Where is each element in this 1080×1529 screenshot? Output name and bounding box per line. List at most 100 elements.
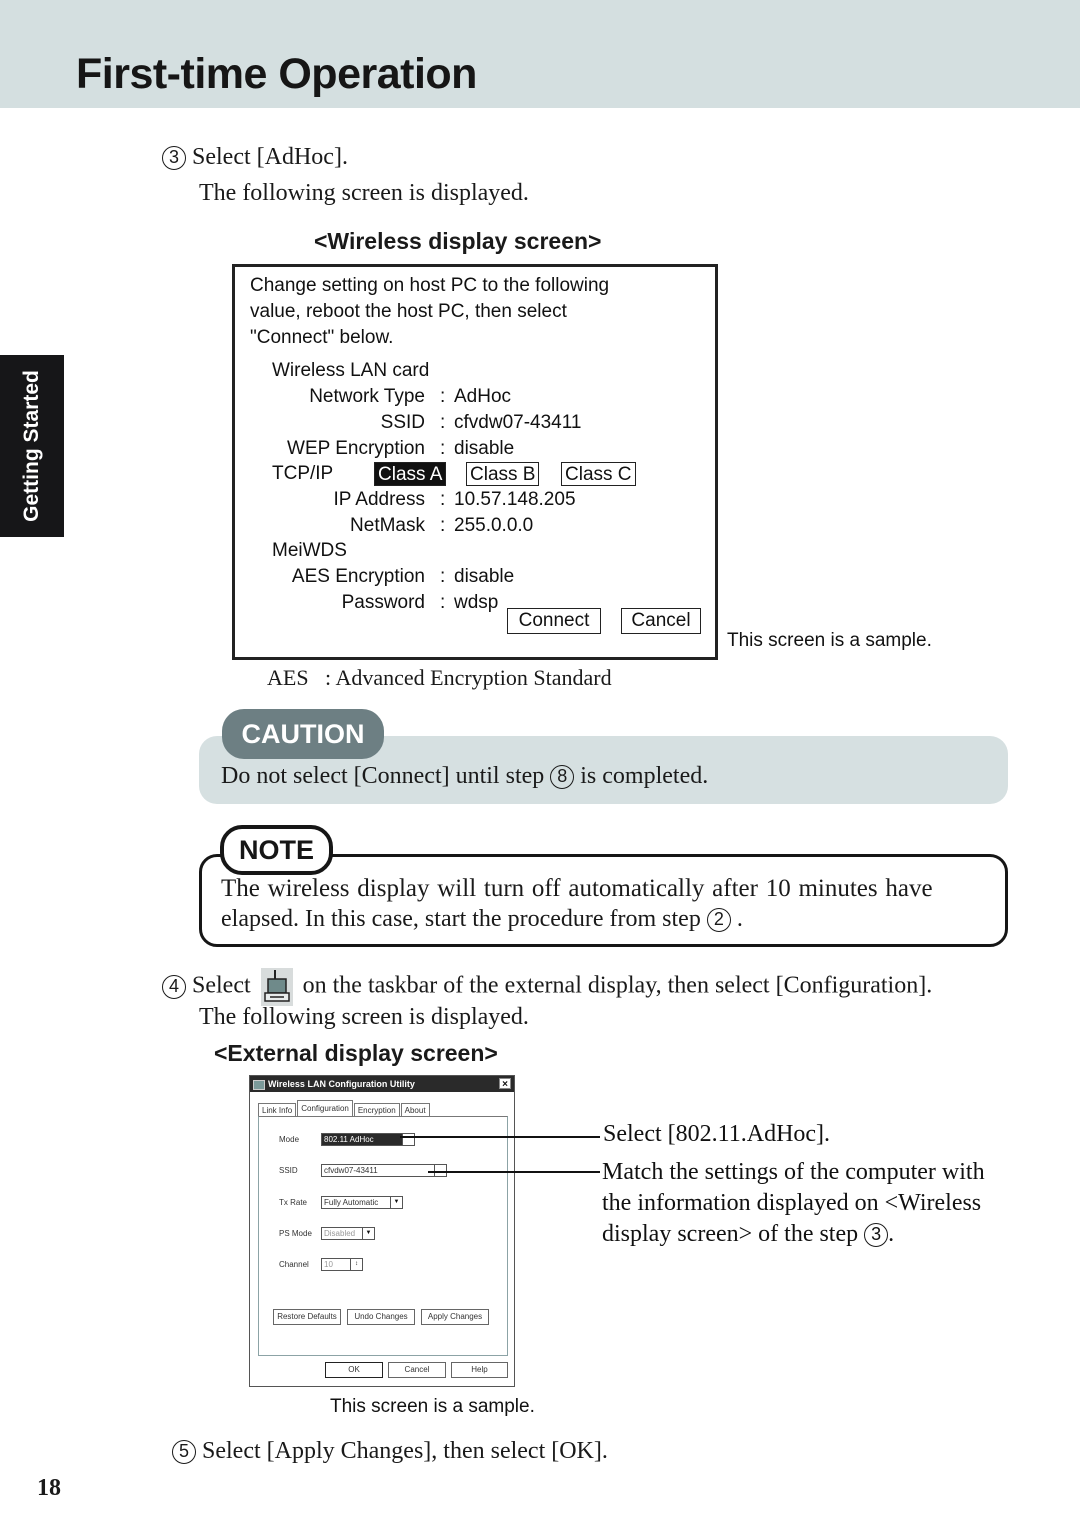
restore-defaults-button[interactable]: Restore Defaults bbox=[273, 1309, 341, 1325]
step-number-badge: 5 bbox=[172, 1440, 196, 1465]
callout-ssid-last-line: display screen> of the step 3. bbox=[602, 1221, 894, 1248]
section-meiwds: MeiWDS bbox=[272, 540, 347, 561]
dialog-title-bar: Wireless LAN Configuration Utility × bbox=[250, 1076, 514, 1092]
ps-mode-select[interactable]: Disabled ▼ bbox=[321, 1227, 375, 1240]
callout-ssid-end: . bbox=[888, 1221, 895, 1247]
field-separator: : bbox=[440, 515, 446, 536]
dialog-cancel-button[interactable]: Cancel bbox=[388, 1362, 446, 1378]
field-separator: : bbox=[440, 438, 446, 459]
step-5-text: Select [Apply Changes], then select [OK]… bbox=[202, 1438, 608, 1464]
field-row: NetMask : 255.0.0.0 bbox=[235, 515, 715, 539]
callout-ssid-line: the information displayed on <Wireless bbox=[602, 1190, 982, 1216]
connect-button[interactable]: Connect bbox=[507, 608, 601, 634]
aes-abbreviation-note: AES : Advanced Encryption Standard bbox=[267, 665, 612, 690]
app-icon bbox=[253, 1080, 265, 1090]
dialog-title: Wireless LAN Configuration Utility bbox=[268, 1079, 415, 1089]
field-separator: : bbox=[440, 489, 446, 510]
step-3: 3 Select [AdHoc]. bbox=[162, 144, 348, 171]
field-row: SSID : cfvdw07-43411 bbox=[235, 412, 715, 436]
ps-mode-label: PS Mode bbox=[279, 1229, 312, 1238]
field-value: 10.57.148.205 bbox=[454, 489, 576, 510]
ssid-value: cfvdw07-43411 bbox=[324, 1166, 378, 1175]
step-4-text-before: Select bbox=[192, 972, 251, 999]
field-value: AdHoc bbox=[454, 386, 512, 407]
field-separator: : bbox=[440, 412, 446, 433]
step-4-subtext: The following screen is displayed. bbox=[199, 1004, 529, 1030]
callout-ssid-text: display screen> of the step bbox=[602, 1221, 859, 1247]
section-wireless-lan-card: Wireless LAN card bbox=[272, 360, 430, 381]
field-label: SSID bbox=[380, 412, 425, 433]
field-value: 255.0.0.0 bbox=[454, 515, 534, 536]
help-button[interactable]: Help bbox=[451, 1362, 508, 1378]
callout-line-mode bbox=[400, 1136, 600, 1138]
wireless-utility-taskbar-icon[interactable] bbox=[260, 968, 293, 1006]
spinner-arrows-icon: ↕ bbox=[350, 1259, 362, 1270]
mode-value: 802.11 AdHoc bbox=[324, 1135, 374, 1144]
step-4-text-after: on the taskbar of the external display, … bbox=[302, 972, 933, 999]
field-row: WEP Encryption : disable bbox=[235, 438, 715, 462]
class-b-option[interactable]: Class B bbox=[466, 462, 540, 486]
apply-changes-button[interactable]: Apply Changes bbox=[421, 1309, 489, 1325]
tab-configuration[interactable]: Configuration bbox=[297, 1100, 353, 1117]
chevron-down-icon: ▼ bbox=[390, 1197, 402, 1208]
field-separator: : bbox=[440, 566, 446, 587]
intro-line: value, reboot the host PC, then select bbox=[250, 301, 567, 322]
channel-label: Channel bbox=[279, 1260, 309, 1269]
step-number-badge: 8 bbox=[550, 765, 575, 790]
dialog-tabs: Link Info Configuration Encryption About bbox=[258, 1100, 431, 1117]
section-side-tab-label: Getting Started bbox=[20, 370, 43, 522]
channel-value: 10 bbox=[324, 1260, 333, 1269]
caution-label: CAUTION bbox=[222, 709, 384, 759]
field-separator: : bbox=[440, 592, 446, 613]
wireless-display-screen: Change setting on host PC to the followi… bbox=[232, 264, 718, 660]
field-label: AES Encryption bbox=[291, 566, 425, 587]
field-row: Network Type : AdHoc bbox=[235, 386, 715, 410]
step-number-badge: 3 bbox=[162, 146, 186, 171]
note-line-2-end: . bbox=[736, 906, 743, 932]
step-number-badge: 3 bbox=[864, 1223, 889, 1248]
undo-changes-button[interactable]: Undo Changes bbox=[347, 1309, 415, 1325]
field-value: disable bbox=[454, 438, 515, 459]
field-label: Network Type bbox=[309, 386, 425, 407]
configuration-panel: Mode 802.11 AdHoc SSID cfvdw07-43411 Tx … bbox=[258, 1116, 508, 1356]
section-side-tab: Getting Started bbox=[0, 355, 64, 537]
tab-encryption[interactable]: Encryption bbox=[353, 1103, 400, 1117]
tx-rate-value: Fully Automatic bbox=[324, 1198, 379, 1207]
external-sample-note: This screen is a sample. bbox=[330, 1396, 535, 1417]
class-c-option[interactable]: Class C bbox=[561, 462, 636, 486]
step-4: 4 Select on the taskbar of the external … bbox=[162, 968, 932, 1006]
ok-button[interactable]: OK bbox=[325, 1362, 383, 1378]
ps-mode-value: Disabled bbox=[324, 1229, 356, 1238]
step-3-text: Select [AdHoc]. bbox=[192, 144, 348, 170]
wireless-sample-note: This screen is a sample. bbox=[727, 630, 932, 651]
chevron-down-icon: ▼ bbox=[362, 1228, 374, 1239]
note-label: NOTE bbox=[220, 825, 333, 875]
field-value: disable bbox=[454, 566, 515, 587]
callout-mode-text: Select [802.11.AdHoc]. bbox=[603, 1121, 831, 1147]
wireless-screen-heading: <Wireless display screen> bbox=[314, 228, 602, 254]
callout-ssid-line: Match the settings of the computer with bbox=[602, 1159, 985, 1185]
note-line-1: The wireless display will turn off autom… bbox=[221, 875, 933, 902]
intro-line: Change setting on host PC to the followi… bbox=[250, 275, 610, 296]
wireless-lan-config-dialog: Wireless LAN Configuration Utility × Lin… bbox=[249, 1075, 515, 1387]
intro-line: "Connect" below. bbox=[250, 327, 394, 348]
caution-text-before: Do not select [Connect] until step bbox=[221, 763, 545, 789]
field-label: Password bbox=[341, 592, 425, 613]
field-label: NetMask bbox=[350, 515, 425, 536]
mode-select[interactable]: 802.11 AdHoc bbox=[321, 1133, 415, 1146]
cancel-button[interactable]: Cancel bbox=[621, 608, 701, 634]
caution-text: Do not select [Connect] until step 8 is … bbox=[221, 763, 708, 790]
step-number-badge: 2 bbox=[706, 908, 731, 933]
field-value: wdsp bbox=[454, 592, 499, 613]
page-number: 18 bbox=[37, 1475, 61, 1501]
close-icon[interactable]: × bbox=[499, 1078, 511, 1090]
field-label: WEP Encryption bbox=[287, 438, 425, 459]
channel-spinner[interactable]: 10 ↕ bbox=[321, 1258, 363, 1271]
tab-about[interactable]: About bbox=[400, 1103, 430, 1117]
tx-rate-select[interactable]: Fully Automatic ▼ bbox=[321, 1196, 403, 1209]
field-row: AES Encryption : disable bbox=[235, 566, 715, 590]
note-line-2: elapsed. In this case, start the procedu… bbox=[221, 906, 743, 933]
ssid-label: SSID bbox=[279, 1166, 298, 1175]
class-a-option[interactable]: Class A bbox=[374, 462, 447, 486]
tab-link-info[interactable]: Link Info bbox=[258, 1103, 297, 1117]
